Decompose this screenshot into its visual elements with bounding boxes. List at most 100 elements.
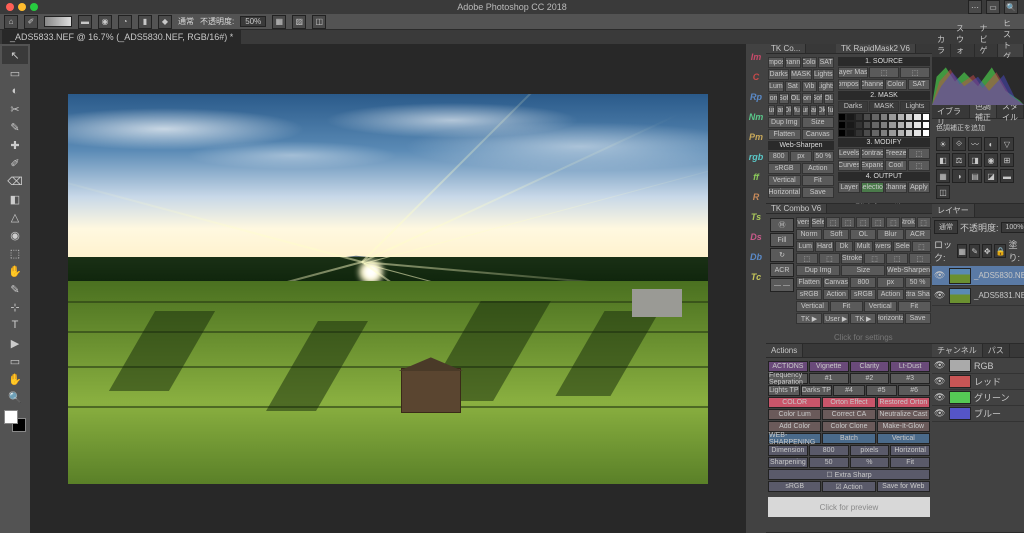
- tk-button[interactable]: Blur: [877, 229, 903, 240]
- color-tab[interactable]: ナビゲータ: [975, 44, 999, 57]
- combo-button[interactable]: Fill: [770, 233, 794, 247]
- action-button[interactable]: Color Clone: [822, 421, 875, 432]
- lock-position-icon[interactable]: ✥: [982, 244, 993, 258]
- action-button[interactable]: sRGB: [768, 481, 821, 492]
- tk-button[interactable]: sRGB: [796, 289, 822, 300]
- color-tab[interactable]: スウォッチ: [951, 44, 975, 57]
- action-button[interactable]: 800: [809, 445, 849, 456]
- tk-button[interactable]: ⬚: [841, 217, 855, 228]
- tk-button[interactable]: Action: [802, 163, 835, 174]
- search-icon[interactable]: 🔍: [1004, 0, 1018, 14]
- action-button[interactable]: Neutralize Cast: [877, 409, 930, 420]
- tool-18[interactable]: ✋: [2, 370, 28, 388]
- opacity-value[interactable]: 50%: [240, 16, 266, 27]
- tk-button[interactable]: 800: [768, 151, 789, 162]
- tk-button[interactable]: Save: [802, 187, 835, 198]
- document-tab[interactable]: _ADS5833.NEF @ 16.7% (_ADS5830.NEF, RGB/…: [2, 30, 241, 44]
- tk-button[interactable]: ⬚: [869, 67, 899, 78]
- tk-button[interactable]: ⬚: [908, 148, 930, 159]
- tk-button[interactable]: MASK: [869, 101, 899, 112]
- luminosity-strip[interactable]: [838, 113, 930, 137]
- tk-button[interactable]: MASK: [790, 69, 811, 80]
- tk-button[interactable]: Levels: [838, 148, 860, 159]
- panel-icon-im[interactable]: Im: [748, 48, 764, 66]
- action-button[interactable]: Batch: [822, 433, 875, 444]
- tk-button[interactable]: Soft: [823, 229, 849, 240]
- tk-button[interactable]: Expand: [861, 160, 883, 171]
- tool-5[interactable]: ✚: [2, 136, 28, 154]
- grad-angle-icon[interactable]: ◔: [118, 15, 132, 29]
- tk-button[interactable]: Flatten: [796, 277, 822, 288]
- panel-icon-db[interactable]: Db: [748, 248, 764, 266]
- opt-icon-2[interactable]: ▨: [292, 15, 306, 29]
- tk-button[interactable]: Mult: [793, 105, 800, 116]
- tk-button[interactable]: Dk: [835, 241, 853, 252]
- adj-exposure-icon[interactable]: ◐: [984, 137, 998, 151]
- tk-button[interactable]: Extra Sharp: [905, 289, 931, 300]
- panel-icon-rp[interactable]: Rp: [748, 88, 764, 106]
- adj-threshold-icon[interactable]: ◪: [984, 169, 998, 183]
- channel-item[interactable]: 👁ブルー: [932, 406, 1024, 422]
- action-button[interactable]: Vertical: [877, 433, 930, 444]
- tk-button[interactable]: ⬚: [886, 217, 900, 228]
- action-button[interactable]: Sharpening: [768, 457, 808, 468]
- tool-15[interactable]: T: [2, 316, 28, 334]
- color-tab[interactable]: ヒストグラム: [998, 44, 1024, 57]
- visibility-icon[interactable]: 👁: [934, 360, 946, 371]
- channel-item[interactable]: 👁レッド: [932, 374, 1024, 390]
- tk-button[interactable]: Dup Img: [768, 117, 801, 128]
- adj-select-icon[interactable]: ◫: [936, 185, 950, 199]
- visibility-icon[interactable]: 👁: [934, 376, 946, 387]
- layer-opacity-value[interactable]: 100%: [1001, 222, 1024, 233]
- adj-vibrance-icon[interactable]: ▽: [1000, 137, 1014, 151]
- tk-button[interactable]: Cool: [885, 160, 907, 171]
- action-button[interactable]: ☐ Extra Sharp: [768, 469, 930, 480]
- layer-item[interactable]: 👁_ADS5831.NEF: [932, 286, 1024, 306]
- tk-button[interactable]: Lum: [796, 241, 814, 252]
- layers-tab[interactable]: レイヤー: [932, 204, 975, 217]
- visibility-icon[interactable]: 👁: [934, 392, 946, 403]
- lock-all-icon[interactable]: 🔒: [994, 244, 1006, 258]
- tool-9[interactable]: △: [2, 208, 28, 226]
- action-button[interactable]: #1: [809, 373, 849, 384]
- lock-pixels-icon[interactable]: ✎: [969, 244, 980, 258]
- tk-button[interactable]: Action: [877, 289, 903, 300]
- tk-button[interactable]: Lum: [802, 105, 809, 116]
- tk-button[interactable]: px: [877, 277, 903, 288]
- channel-tab[interactable]: チャンネル: [932, 344, 983, 357]
- adj-poster-icon[interactable]: ▤: [968, 169, 982, 183]
- tk-button[interactable]: Selection: [861, 182, 883, 193]
- tk-button[interactable]: Web-Sharpen: [886, 265, 930, 276]
- action-button[interactable]: %: [850, 457, 890, 468]
- action-button[interactable]: #5: [866, 385, 898, 396]
- action-button[interactable]: #6: [898, 385, 930, 396]
- workspace-icon[interactable]: ▭: [986, 0, 1000, 14]
- color-swatch[interactable]: [4, 410, 26, 432]
- action-button[interactable]: Clarity: [850, 361, 890, 372]
- grad-diamond-icon[interactable]: ◆: [158, 15, 172, 29]
- visibility-icon[interactable]: 👁: [934, 408, 946, 419]
- tk-button[interactable]: ⬚: [912, 241, 930, 252]
- panel-icon-nm[interactable]: Nm: [748, 108, 764, 126]
- tk-button[interactable]: ⬚: [908, 160, 930, 171]
- close-window-icon[interactable]: [6, 3, 14, 11]
- panel-icon-r[interactable]: R: [748, 188, 764, 206]
- tool-16[interactable]: ▶: [2, 334, 28, 352]
- tk-button[interactable]: User ▶: [823, 313, 849, 324]
- tk-button[interactable]: ⬚: [909, 253, 931, 264]
- overflow-icon[interactable]: ⋯: [968, 0, 982, 14]
- lib-tab[interactable]: 色調補正: [970, 105, 997, 118]
- action-button[interactable]: pixels: [850, 445, 890, 456]
- tk-button[interactable]: Darks: [838, 101, 868, 112]
- tool-preset-icon[interactable]: ✐: [24, 15, 38, 29]
- tool-2[interactable]: ◐: [2, 82, 28, 100]
- tk-button[interactable]: Norm: [796, 229, 822, 240]
- combo-button[interactable]: ACR: [770, 263, 794, 277]
- tk-button[interactable]: ⬚: [917, 217, 931, 228]
- tk-button[interactable]: Soft: [813, 93, 823, 104]
- tk-button[interactable]: sRGB: [850, 289, 876, 300]
- action-button[interactable]: 50: [809, 457, 849, 468]
- tk-button[interactable]: Vertical: [864, 301, 897, 312]
- tk-button[interactable]: Hard: [776, 105, 783, 116]
- tool-17[interactable]: ▭: [2, 352, 28, 370]
